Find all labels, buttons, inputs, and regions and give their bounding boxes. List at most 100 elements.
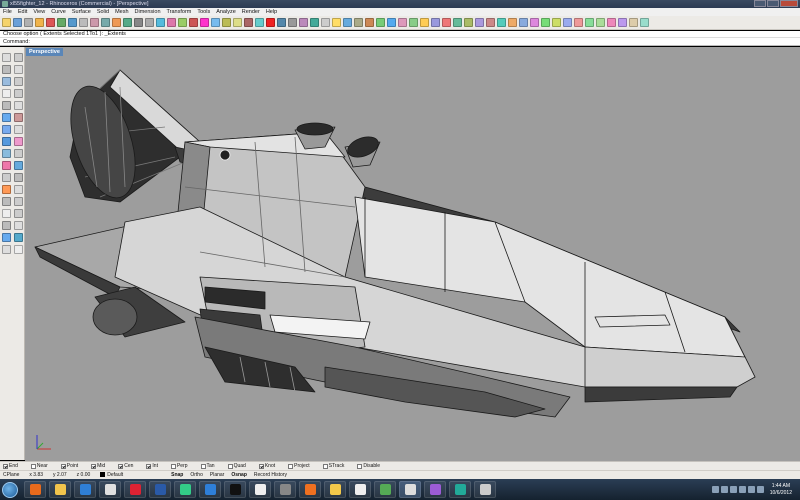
left-tool-icon[interactable]	[14, 185, 23, 194]
toolbar-tool-icon[interactable]	[387, 18, 396, 27]
taskbar-app-gear-button[interactable]	[274, 481, 296, 498]
layer-indicator[interactable]: Default	[100, 472, 123, 478]
left-tool-icon[interactable]	[14, 125, 23, 134]
toolbar-tool-icon[interactable]	[376, 18, 385, 27]
toolbar-tool-icon[interactable]	[167, 18, 176, 27]
toolbar-tool-icon[interactable]	[189, 18, 198, 27]
menu-file[interactable]: File	[3, 8, 12, 16]
close-button[interactable]	[780, 0, 798, 7]
toolbar-tool-icon[interactable]	[409, 18, 418, 27]
left-tool-icon[interactable]	[2, 245, 11, 254]
toolbar-tool-icon[interactable]	[112, 18, 121, 27]
osnap-checkbox[interactable]	[357, 463, 363, 469]
tab-perspective[interactable]: Perspective	[26, 48, 63, 56]
menu-view[interactable]: View	[33, 8, 45, 16]
toolbar-tool-icon[interactable]	[90, 18, 99, 27]
toolbar-tool-icon[interactable]	[420, 18, 429, 27]
toolbar-tool-icon[interactable]	[552, 18, 561, 27]
toolbar-tool-icon[interactable]	[13, 18, 22, 27]
status-pane-planar[interactable]: Planar	[210, 472, 224, 478]
toolbar-tool-icon[interactable]	[255, 18, 264, 27]
clock[interactable]: 1:44 AM 10/6/2012	[770, 483, 792, 497]
toolbar-tool-icon[interactable]	[310, 18, 319, 27]
menu-render[interactable]: Render	[242, 8, 260, 16]
left-tool-icon[interactable]	[14, 173, 23, 182]
tray-icon[interactable]	[711, 486, 719, 493]
left-tool-icon[interactable]	[2, 173, 11, 182]
toolbar-tool-icon[interactable]	[453, 18, 462, 27]
toolbar-tool-icon[interactable]	[79, 18, 88, 27]
left-tool-icon[interactable]	[14, 137, 23, 146]
toolbar-tool-icon[interactable]	[244, 18, 253, 27]
osnap-checkbox[interactable]	[60, 463, 66, 469]
left-tool-icon[interactable]	[2, 125, 11, 134]
taskbar-app-eye-button[interactable]	[424, 481, 446, 498]
toolbar-tool-icon[interactable]	[596, 18, 605, 27]
menu-transform[interactable]: Transform	[167, 8, 192, 16]
toolbar-tool-icon[interactable]	[486, 18, 495, 27]
tray-icon[interactable]	[738, 486, 746, 493]
taskbar-media-player-button[interactable]	[99, 481, 121, 498]
left-tool-icon[interactable]	[2, 221, 11, 230]
volume-icon[interactable]	[747, 486, 755, 493]
toolbar-tool-icon[interactable]	[629, 18, 638, 27]
toolbar-tool-icon[interactable]	[640, 18, 649, 27]
status-pane-osnap[interactable]: Osnap	[231, 472, 247, 478]
toolbar-tool-icon[interactable]	[398, 18, 407, 27]
taskbar-app-red-button[interactable]	[124, 481, 146, 498]
taskbar-explorer-button[interactable]	[49, 481, 71, 498]
left-tool-icon[interactable]	[14, 209, 23, 218]
toolbar-tool-icon[interactable]	[354, 18, 363, 27]
taskbar-app-firefox-2-button[interactable]	[299, 481, 321, 498]
command-prompt[interactable]: Command:	[0, 38, 800, 46]
toolbar-tool-icon[interactable]	[343, 18, 352, 27]
taskbar-app-green-button[interactable]	[374, 481, 396, 498]
osnap-quad[interactable]: Quad	[227, 463, 246, 469]
toolbar-tool-icon[interactable]	[277, 18, 286, 27]
left-tool-icon[interactable]	[2, 161, 11, 170]
perspective-viewport[interactable]: Perspective	[25, 47, 800, 461]
osnap-checkbox[interactable]	[170, 463, 176, 469]
tray-icon[interactable]	[720, 486, 728, 493]
osnap-checkbox[interactable]	[288, 463, 294, 469]
toolbar-tool-icon[interactable]	[442, 18, 451, 27]
toolbar-tool-icon[interactable]	[266, 18, 275, 27]
left-tool-icon[interactable]	[14, 53, 23, 62]
osnap-point[interactable]: Point	[60, 463, 78, 469]
toolbar-tool-icon[interactable]	[574, 18, 583, 27]
left-tool-icon[interactable]	[2, 65, 11, 74]
taskbar-app-sketch-button[interactable]	[474, 481, 496, 498]
osnap-checkbox[interactable]	[118, 463, 124, 469]
left-tool-icon[interactable]	[2, 113, 11, 122]
menu-surface[interactable]: Surface	[72, 8, 91, 16]
taskbar-app-white-button[interactable]	[249, 481, 271, 498]
toolbar-tool-icon[interactable]	[24, 18, 33, 27]
menu-help[interactable]: Help	[266, 8, 277, 16]
toolbar-tool-icon[interactable]	[299, 18, 308, 27]
network-icon[interactable]	[756, 486, 764, 493]
menu-mesh[interactable]: Mesh	[115, 8, 128, 16]
menu-curve[interactable]: Curve	[51, 8, 66, 16]
toolbar-tool-icon[interactable]	[101, 18, 110, 27]
status-pane-ortho[interactable]: Ortho	[190, 472, 203, 478]
left-tool-icon[interactable]	[14, 233, 23, 242]
osnap-end[interactable]: End	[3, 463, 18, 469]
toolbar-tool-icon[interactable]	[332, 18, 341, 27]
toolbar-tool-icon[interactable]	[607, 18, 616, 27]
left-tool-icon[interactable]	[2, 137, 11, 146]
left-tool-icon[interactable]	[2, 233, 11, 242]
osnap-disable[interactable]: Disable	[357, 463, 380, 469]
toolbar-tool-icon[interactable]	[508, 18, 517, 27]
toolbar-tool-icon[interactable]	[585, 18, 594, 27]
left-tool-icon[interactable]	[2, 77, 11, 86]
left-tool-icon[interactable]	[2, 197, 11, 206]
toolbar-tool-icon[interactable]	[156, 18, 165, 27]
osnap-strack[interactable]: STrack	[322, 463, 344, 469]
maximize-button[interactable]	[767, 0, 779, 7]
taskbar-internet-explorer-button[interactable]	[74, 481, 96, 498]
taskbar-photoshop-button[interactable]	[149, 481, 171, 498]
minimize-button[interactable]	[754, 0, 766, 7]
left-tool-icon[interactable]	[14, 101, 23, 110]
toolbar-tool-icon[interactable]	[200, 18, 209, 27]
toolbar-tool-icon[interactable]	[431, 18, 440, 27]
